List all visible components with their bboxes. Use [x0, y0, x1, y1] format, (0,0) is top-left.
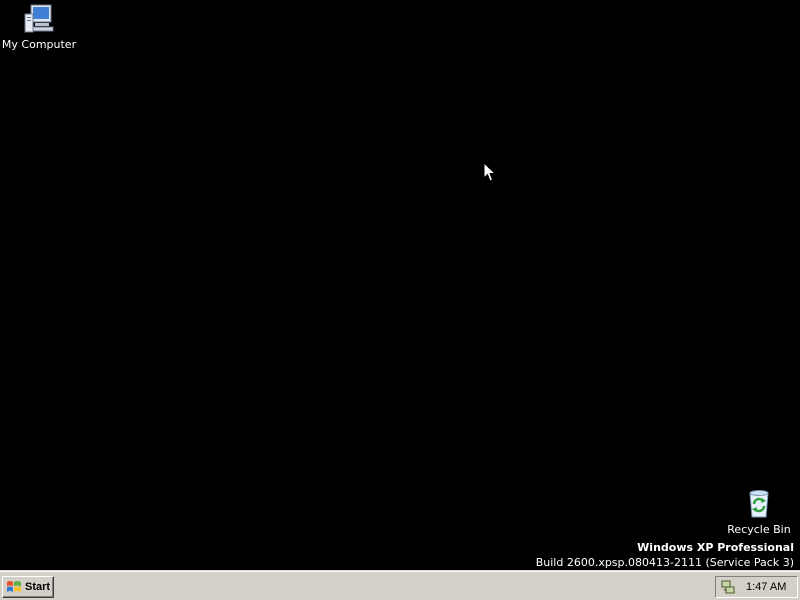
recycle-bin-icon	[742, 487, 776, 521]
os-edition-watermark: Windows XP Professional	[637, 541, 794, 554]
start-button[interactable]: Start	[2, 576, 54, 598]
my-computer-icon	[22, 2, 56, 36]
start-button-label: Start	[25, 581, 51, 593]
mouse-cursor-icon	[483, 162, 496, 182]
system-tray: 1:47 AM	[715, 576, 798, 598]
windows-logo-icon	[6, 580, 22, 594]
desktop-icon-label: My Computer	[1, 38, 77, 51]
desktop-icon-recycle-bin[interactable]: Recycle Bin	[721, 487, 797, 536]
desktop-icon-my-computer[interactable]: My Computer	[1, 2, 77, 51]
taskbar: Start 1:47 AM	[0, 570, 800, 600]
network-icon[interactable]	[720, 579, 736, 595]
os-build-watermark: Build 2600.xpsp.080413-2111 (Service Pac…	[535, 556, 794, 569]
desktop-icon-label: Recycle Bin	[727, 523, 791, 536]
desktop[interactable]: My Computer Recycle Bin Windows XP Profe…	[0, 0, 800, 571]
taskbar-clock[interactable]: 1:47 AM	[746, 581, 786, 593]
